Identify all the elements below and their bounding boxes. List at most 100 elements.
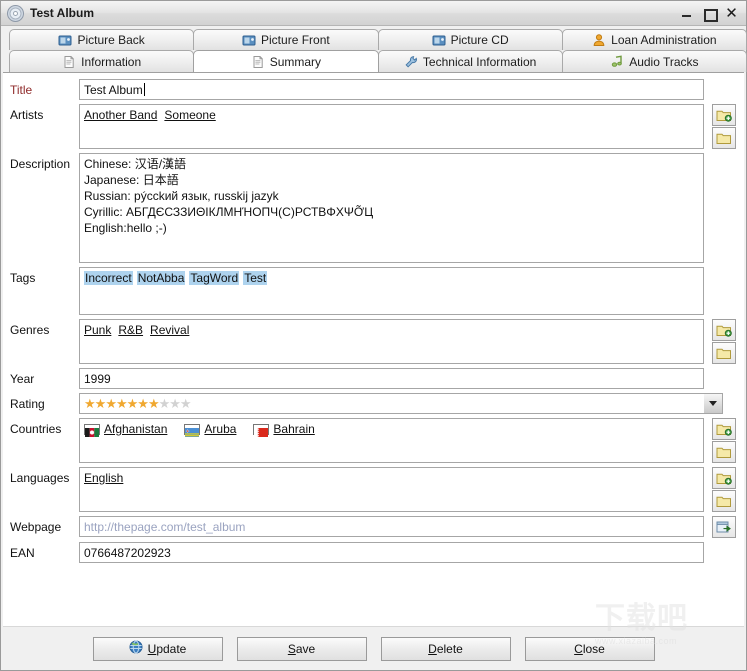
- ean-input[interactable]: 0766487202923: [79, 542, 704, 563]
- folder-icon[interactable]: [711, 342, 736, 364]
- languages-side-buttons: [704, 467, 740, 512]
- tab-strip: Picture Back Picture Front Picture CD Lo…: [1, 26, 747, 72]
- tab-row-top: Picture Back Picture Front Picture CD Lo…: [1, 29, 747, 50]
- rating-label: Rating: [10, 397, 45, 411]
- description-textarea[interactable]: Chinese: 汉语/漢語 Japanese: 日本語 Russian: pý…: [79, 153, 704, 263]
- country-link[interactable]: Aruba: [204, 421, 236, 437]
- country-item[interactable]: Aruba: [184, 421, 243, 437]
- rating-field[interactable]: ★★★★★★★★★★: [79, 393, 704, 414]
- folder-icon[interactable]: [711, 127, 736, 149]
- tab-loan-administration[interactable]: Loan Administration: [561, 29, 747, 50]
- countries-label: Countries: [10, 422, 62, 436]
- cd-disc-icon: [7, 4, 24, 22]
- minimize-button[interactable]: [681, 7, 694, 20]
- country-link[interactable]: Afghanistan: [104, 421, 167, 437]
- tab-picture-cd[interactable]: Picture CD: [377, 29, 563, 50]
- genre-link[interactable]: Revival: [150, 323, 189, 337]
- country-item[interactable]: Afghanistan: [84, 421, 174, 437]
- description-line: Japanese: 日本語: [84, 173, 179, 187]
- description-label: Description: [10, 157, 71, 171]
- person-icon: [592, 33, 606, 47]
- description-line: Chinese: 汉语/漢語: [84, 157, 187, 171]
- tab-label: Summary: [269, 54, 322, 69]
- row-genres: Genres Punk R&B Revival: [7, 319, 740, 364]
- rating-stars[interactable]: ★★★★★★★★★★: [84, 397, 192, 412]
- summary-form: Title Test Album Artists Another Band Som…: [3, 73, 744, 626]
- maximize-button[interactable]: [703, 7, 718, 22]
- tags-list[interactable]: Incorrect NotAbba TagWord Test: [79, 267, 704, 315]
- row-year: Year 1999: [7, 368, 740, 389]
- tab-label: Loan Administration: [611, 33, 717, 47]
- tag-chip[interactable]: Test: [243, 271, 268, 285]
- close-button-label: Close: [574, 641, 605, 656]
- genres-list[interactable]: Punk R&B Revival: [79, 319, 704, 364]
- tab-picture-back[interactable]: Picture Back: [9, 29, 195, 50]
- genre-link[interactable]: R&B: [118, 323, 143, 337]
- window-titlebar: Test Album ✕: [1, 1, 746, 26]
- document-icon: [62, 55, 76, 69]
- add-folder-icon[interactable]: [711, 467, 736, 489]
- close-button[interactable]: Close: [524, 636, 655, 661]
- afghanistan-flag: [84, 423, 100, 437]
- tab-label: Picture Back: [77, 33, 145, 47]
- tag-chip[interactable]: Incorrect: [84, 271, 133, 285]
- genres-side-buttons: [704, 319, 740, 364]
- add-folder-icon[interactable]: [711, 319, 736, 341]
- save-button[interactable]: Save: [236, 636, 367, 661]
- country-item[interactable]: Bahrain: [253, 421, 321, 437]
- tab-information[interactable]: Information: [9, 50, 195, 72]
- artist-link[interactable]: Someone: [164, 108, 215, 122]
- update-button[interactable]: Update: [92, 636, 223, 661]
- dialog-button-bar: Update Save Delete Close 下载吧 www.xiazaib…: [3, 602, 744, 670]
- folder-icon[interactable]: [711, 441, 736, 463]
- year-input[interactable]: 1999: [79, 368, 704, 389]
- row-languages: Languages English: [7, 467, 740, 512]
- window-title: Test Album: [30, 6, 95, 20]
- picture-icon: [432, 33, 446, 47]
- language-link[interactable]: English: [84, 471, 123, 485]
- chevron-down-icon[interactable]: [704, 393, 723, 414]
- languages-list[interactable]: English: [79, 467, 704, 512]
- globe-icon: [129, 640, 143, 657]
- tab-audio-tracks[interactable]: Audio Tracks: [561, 50, 747, 72]
- delete-button[interactable]: Delete: [380, 636, 511, 661]
- description-line: English:hello ;-): [84, 221, 167, 235]
- row-artists: Artists Another Band Someone: [7, 104, 740, 149]
- folder-icon[interactable]: [711, 490, 736, 512]
- title-label: Title: [10, 83, 33, 97]
- ean-label: EAN: [10, 546, 35, 560]
- row-countries: Countries Afghanistan Aruba Bahrain: [7, 418, 740, 463]
- row-description: Description Chinese: 汉语/漢語 Japanese: 日本語…: [7, 153, 740, 263]
- tag-chip[interactable]: NotAbba: [136, 271, 186, 285]
- update-button-label: Update: [147, 641, 187, 656]
- webpage-placeholder: http://thepage.com/test_album: [84, 520, 246, 534]
- countries-list[interactable]: Afghanistan Aruba Bahrain: [79, 418, 704, 463]
- webpage-side-buttons: [704, 516, 740, 538]
- tab-summary[interactable]: Summary: [193, 50, 379, 72]
- add-folder-icon[interactable]: [711, 104, 736, 126]
- summary-pane: Title Test Album Artists Another Band Som…: [3, 72, 744, 670]
- artists-list[interactable]: Another Band Someone: [79, 104, 704, 149]
- year-label: Year: [10, 372, 35, 386]
- artist-link[interactable]: Another Band: [84, 108, 157, 122]
- row-webpage: Webpage http://thepage.com/test_album: [7, 516, 740, 538]
- close-window-button[interactable]: ✕: [725, 5, 738, 20]
- title-value: Test Album: [84, 83, 143, 97]
- text-caret: [143, 83, 145, 96]
- tab-picture-front[interactable]: Picture Front: [193, 29, 379, 50]
- add-folder-icon[interactable]: [711, 418, 736, 440]
- genre-link[interactable]: Punk: [84, 323, 111, 337]
- open-webpage-icon[interactable]: [711, 516, 736, 538]
- tag-chip[interactable]: TagWord: [189, 271, 240, 285]
- country-link[interactable]: Bahrain: [273, 421, 314, 437]
- webpage-input[interactable]: http://thepage.com/test_album: [79, 516, 704, 537]
- genres-label: Genres: [10, 323, 50, 337]
- artists-side-buttons: [704, 104, 740, 149]
- tab-row-bottom: Information Summary Technical Informatio…: [1, 50, 747, 72]
- aruba-flag: [184, 423, 201, 437]
- tab-technical-information[interactable]: Technical Information: [377, 50, 563, 72]
- title-input[interactable]: Test Album: [79, 79, 704, 100]
- wrench-icon: [404, 55, 418, 69]
- tab-label: Picture CD: [450, 33, 509, 47]
- description-line: Russian: pýcckий язык, russkij jazyk: [84, 189, 279, 203]
